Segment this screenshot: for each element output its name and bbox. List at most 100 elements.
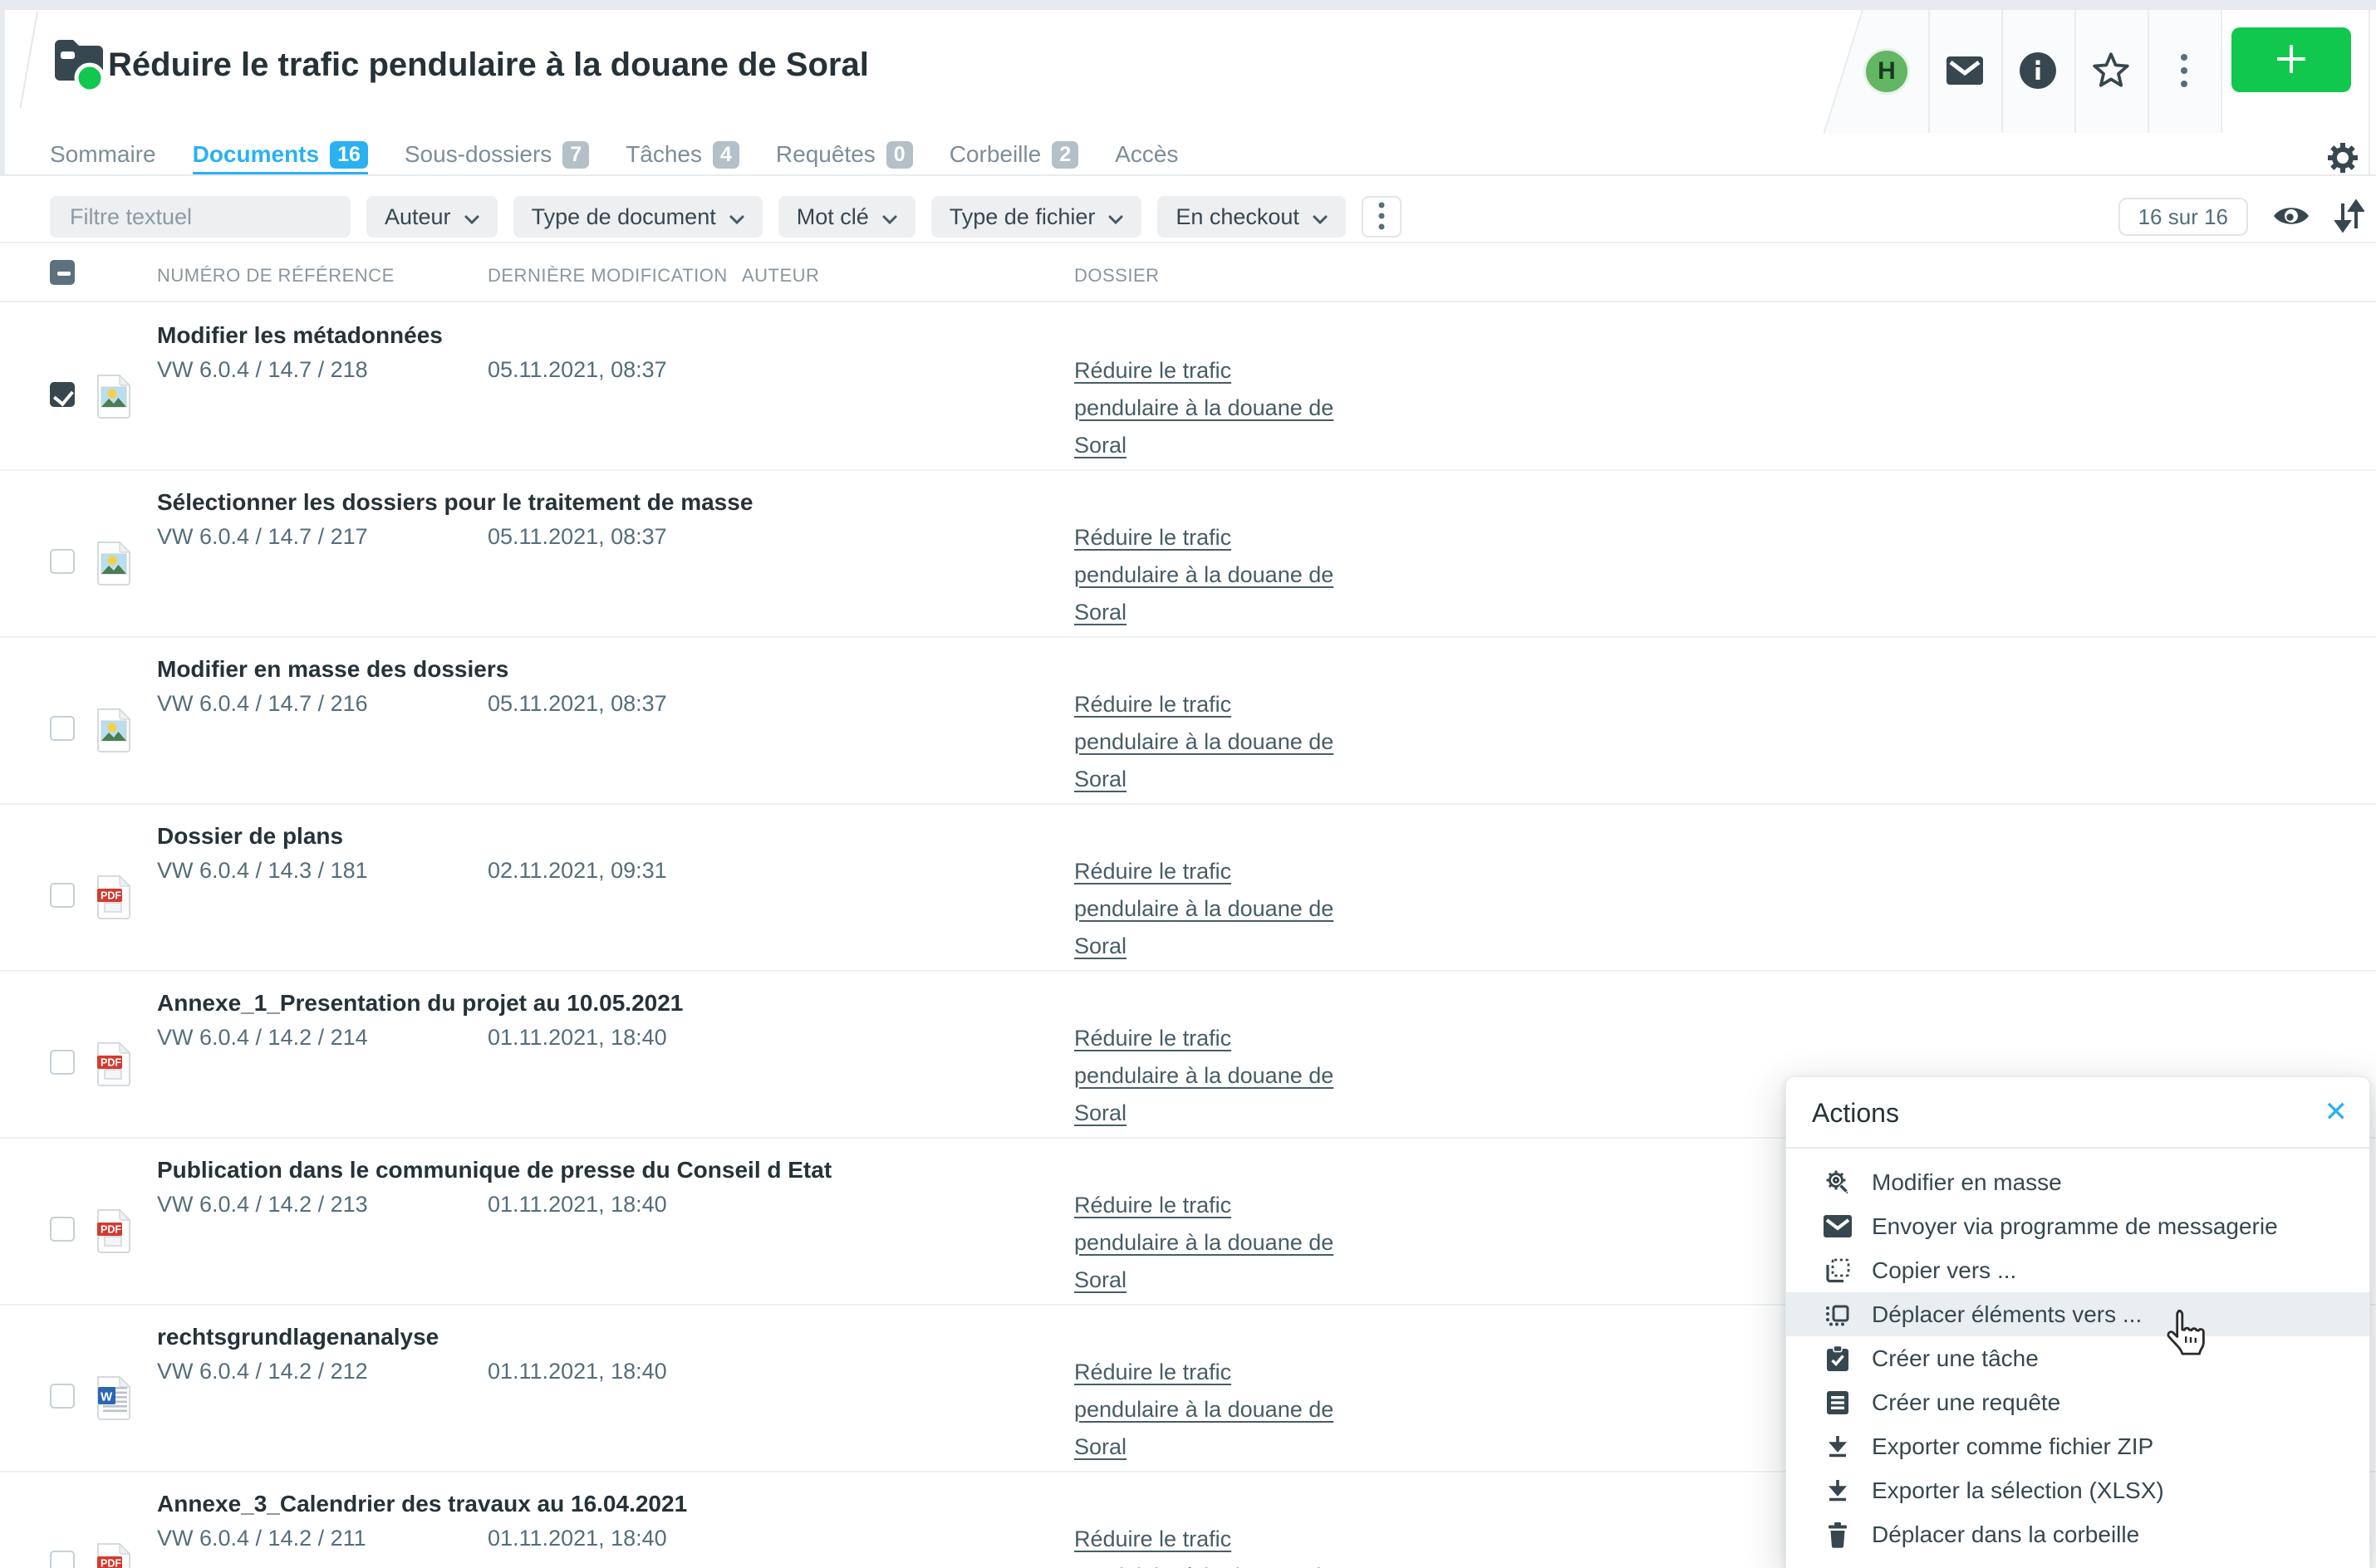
pdf-file-icon: PDF	[95, 1040, 133, 1086]
close-icon[interactable]: ✕	[2324, 1095, 2349, 1129]
menu-item-cr-er-une-requ-te[interactable]: Créer une requête	[1786, 1380, 2369, 1424]
menu-item-label: Créer une tâche	[1872, 1345, 2039, 1372]
filter-dropdown-auteur[interactable]: Auteur	[366, 196, 498, 238]
document-title[interactable]: Modifier en masse des dossiers	[157, 656, 508, 683]
image-file-icon	[95, 372, 133, 419]
filter-more-button[interactable]	[1362, 196, 1402, 238]
folder-link[interactable]: Réduire le traficpendulaire à la douane …	[1074, 519, 1357, 631]
tab-label: Accès	[1115, 141, 1178, 168]
document-title[interactable]: rechtsgrundlagenanalyse	[157, 1324, 439, 1350]
tab-t-ches[interactable]: Tâches 4	[626, 133, 739, 176]
actions-menu-title: Actions	[1812, 1098, 1899, 1129]
row-checkbox[interactable]	[50, 1050, 75, 1075]
menu-item-label: Exporter la sélection (XLSX)	[1872, 1477, 2164, 1504]
document-modified: 05.11.2021, 08:37	[488, 357, 667, 383]
column-modified: DERNIÈRE MODIFICATION	[488, 265, 728, 287]
tab-documents[interactable]: Documents16	[193, 133, 368, 176]
request-list-icon	[1823, 1388, 1853, 1418]
tab-corbeille[interactable]: Corbeille2	[950, 133, 1078, 176]
header-more-button[interactable]	[2177, 53, 2192, 90]
folder-link[interactable]: Réduire le traficpendulaire à la douane …	[1074, 1354, 1357, 1466]
tab-sommaire[interactable]: Sommaire	[50, 133, 156, 176]
menu-item-copier-vers[interactable]: Copier vers ...	[1786, 1248, 2369, 1292]
svg-text:W: W	[101, 1390, 113, 1404]
image-file-icon	[95, 706, 133, 752]
document-title[interactable]: Publication dans le communique de presse…	[157, 1157, 832, 1183]
tab-label: Tâches	[626, 141, 702, 168]
preview-toggle-button[interactable]	[2271, 202, 2311, 233]
user-avatar[interactable]: H	[1863, 48, 1910, 95]
row-checkbox[interactable]	[50, 549, 75, 574]
gear-edit-icon	[1823, 1168, 1853, 1198]
info-button[interactable]	[2020, 53, 2056, 90]
table-row: Modifier en masse des dossiers VW 6.0.4 /…	[0, 638, 2376, 805]
menu-item-d-placer-l-ments-vers[interactable]: Déplacer éléments vers ...	[1786, 1292, 2369, 1336]
chevron-down-icon	[464, 204, 479, 230]
row-checkbox[interactable]	[50, 1217, 75, 1242]
row-checkbox[interactable]	[50, 1551, 75, 1568]
folder-link[interactable]: Réduire le traficpendulaire à la douane …	[1074, 686, 1357, 798]
copy-icon	[1823, 1256, 1853, 1286]
folder-link[interactable]: Réduire le traficpendulaire à la douane …	[1074, 1020, 1357, 1132]
folder-link[interactable]: Réduire le traficpendulaire à la douane …	[1074, 352, 1357, 464]
svg-text:PDF: PDF	[101, 1558, 121, 1568]
sort-updown-icon	[2334, 198, 2364, 236]
filter-dropdown-mot-cl-[interactable]: Mot clé	[778, 196, 916, 238]
filter-dropdown-en-checkout[interactable]: En checkout	[1157, 196, 1346, 238]
plus-icon	[2272, 40, 2310, 81]
envelope-icon	[1823, 1212, 1853, 1242]
favorite-button[interactable]	[2090, 51, 2132, 92]
menu-item-d-placer-dans-la-corbeille[interactable]: Déplacer dans la corbeille	[1786, 1512, 2369, 1556]
word-file-icon: W	[95, 1374, 133, 1420]
tab-requ-tes[interactable]: Requêtes0	[776, 133, 913, 176]
document-title[interactable]: Modifier les métadonnées	[157, 322, 443, 349]
filter-label: En checkout	[1176, 204, 1299, 230]
chevron-down-icon	[882, 204, 897, 230]
column-reference: NUMÉRO DE RÉFÉRENCE	[157, 265, 395, 287]
top-strip	[0, 0, 2376, 10]
search-input[interactable]	[50, 196, 351, 238]
sort-button[interactable]	[2334, 198, 2364, 236]
filter-bar: Auteur Type de document Mot clé Type de fic…	[0, 176, 2376, 242]
document-modified: 02.11.2021, 09:31	[488, 858, 667, 884]
menu-item-exporter-comme-fichier-zip[interactable]: Exporter comme fichier ZIP	[1786, 1424, 2369, 1468]
folder-link[interactable]: Réduire le traficpendulaire à la douane …	[1074, 853, 1357, 965]
tab-count-badge: 4	[713, 141, 739, 169]
document-reference: VW 6.0.4 / 14.7 / 216	[157, 691, 368, 717]
tab-sous-dossiers[interactable]: Sous-dossiers7	[405, 133, 589, 176]
document-title[interactable]: Sélectionner les dossiers pour le traite…	[157, 489, 753, 516]
document-title[interactable]: Dossier de plans	[157, 823, 343, 850]
document-title[interactable]: Annexe_1_Presentation du projet au 10.05…	[157, 990, 683, 1017]
row-checkbox[interactable]	[50, 382, 75, 407]
select-all-checkbox[interactable]	[50, 260, 75, 285]
folder-link[interactable]: Réduire le traficpendulaire à la douane …	[1074, 1521, 1357, 1568]
menu-item-modifier-en-masse[interactable]: Modifier en masse	[1786, 1160, 2369, 1204]
row-checkbox[interactable]	[50, 1384, 75, 1409]
svg-text:PDF: PDF	[101, 1224, 121, 1236]
document-title[interactable]: Annexe_3_Calendrier des travaux au 16.04…	[157, 1491, 687, 1517]
actions-menu: Actions ✕ Modifier en masseEnvoyer via p…	[1785, 1076, 2370, 1568]
diagonal-accent	[20, 12, 38, 109]
table-row: PDFDossier de plansVW 6.0.4 / 14.3 / 181…	[0, 805, 2376, 972]
document-reference: VW 6.0.4 / 14.7 / 218	[157, 357, 368, 383]
view-settings-button[interactable]	[2324, 140, 2361, 176]
add-button[interactable]	[2231, 27, 2351, 92]
tab-acc-s[interactable]: Accès	[1115, 133, 1178, 176]
menu-item-cr-er-une-t-che[interactable]: Créer une tâche	[1786, 1336, 2369, 1380]
folder-link[interactable]: Réduire le traficpendulaire à la douane …	[1074, 1187, 1357, 1299]
pdf-file-icon: PDF	[95, 1541, 133, 1568]
filter-dropdown-type-de-fichier[interactable]: Type de fichier	[931, 196, 1142, 238]
document-modified: 05.11.2021, 08:37	[488, 691, 667, 717]
tab-bar: Sommaire Documents16 Sous-dossiers7 Tâches 4…	[50, 133, 1178, 176]
mail-button[interactable]	[1946, 57, 1983, 86]
menu-item-envoyer-via-programme-de-messagerie[interactable]: Envoyer via programme de messagerie	[1786, 1204, 2369, 1248]
filter-dropdown-type-de-document[interactable]: Type de document	[513, 196, 763, 238]
table-row: Sélectionner les dossiers pour le traite…	[0, 471, 2376, 638]
tab-count-badge: 0	[886, 141, 913, 169]
trash-icon	[1823, 1520, 1853, 1550]
tab-count-badge: 16	[330, 141, 368, 169]
chevron-down-icon	[729, 204, 744, 230]
menu-item-exporter-la-s-lection-xlsx[interactable]: Exporter la sélection (XLSX)	[1786, 1468, 2369, 1512]
row-checkbox[interactable]	[50, 883, 75, 908]
row-checkbox[interactable]	[50, 716, 75, 741]
